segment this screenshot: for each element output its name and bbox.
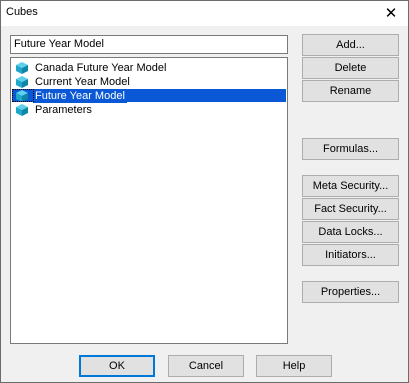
list-item-label: Parameters	[35, 103, 92, 116]
help-button[interactable]: Help	[256, 355, 332, 377]
data-locks-button[interactable]: Data Locks...	[302, 221, 399, 243]
formulas-button[interactable]: Formulas...	[302, 138, 399, 160]
window-title: Cubes	[6, 6, 38, 18]
initiators-button[interactable]: Initiators...	[302, 244, 399, 266]
list-item-label: Current Year Model	[35, 75, 130, 88]
properties-button[interactable]: Properties...	[302, 281, 399, 303]
list-item-label: Canada Future Year Model	[35, 61, 167, 74]
list-item[interactable]: Canada Future Year Model	[15, 61, 168, 75]
fact-security-button[interactable]: Fact Security...	[302, 198, 399, 220]
list-item[interactable]: Parameters	[15, 103, 94, 117]
cube-icon	[16, 104, 28, 116]
ok-button[interactable]: OK	[79, 355, 155, 377]
delete-button[interactable]: Delete	[302, 57, 399, 79]
cubes-dialog: Cubes ✕ Future Year Model Canada Future …	[0, 0, 409, 383]
focus-rect	[12, 89, 34, 102]
list-item-label: Future Year Model	[33, 89, 127, 103]
list-item[interactable]: Current Year Model	[15, 75, 132, 89]
cube-name-field[interactable]: Future Year Model	[10, 35, 288, 54]
rename-button[interactable]: Rename	[302, 80, 399, 102]
cube-icon	[16, 62, 28, 74]
close-icon[interactable]: ✕	[378, 3, 404, 23]
cancel-button[interactable]: Cancel	[168, 355, 244, 377]
title-bar: Cubes ✕	[1, 1, 408, 26]
cube-icon	[16, 76, 28, 88]
cube-list[interactable]: Canada Future Year Model Current Year Mo…	[10, 57, 288, 344]
add-button[interactable]: Add...	[302, 34, 399, 56]
meta-security-button[interactable]: Meta Security...	[302, 175, 399, 197]
